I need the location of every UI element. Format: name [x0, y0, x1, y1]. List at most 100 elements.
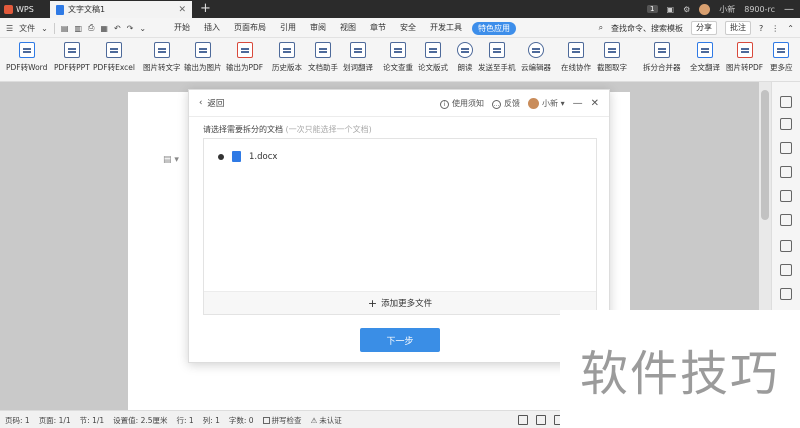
- paragraph-marker-icon[interactable]: ▤ ▾: [163, 155, 179, 165]
- word-translate-button[interactable]: 划词翻译: [343, 42, 373, 73]
- tab-special-apps[interactable]: 特色应用: [472, 21, 516, 35]
- menubar-right: ⌕ 查找命令、搜索模板 分享 批注 ? ⋮ ⌃: [599, 18, 794, 38]
- tool-label: 图片转文字: [143, 63, 181, 72]
- document-tab-title: 文字文稿1: [68, 5, 106, 14]
- translate-panel-icon[interactable]: [780, 240, 792, 252]
- table-icon[interactable]: [780, 190, 792, 202]
- tab-layout[interactable]: 页面布局: [227, 18, 273, 38]
- page-number[interactable]: 页码: 1: [5, 415, 30, 426]
- tab-insert[interactable]: 插入: [197, 18, 227, 38]
- tab-view[interactable]: 视图: [333, 18, 363, 38]
- settings-icon[interactable]: ⚙: [683, 5, 690, 14]
- word-count[interactable]: 字数: 0: [229, 415, 254, 426]
- print-icon[interactable]: ⎙: [88, 23, 94, 33]
- avatar[interactable]: [699, 3, 711, 15]
- search-icon[interactable]: ⌕: [599, 23, 603, 33]
- pdf-to-excel-button[interactable]: PDF转Excel: [93, 42, 135, 73]
- pdf-to-word-button[interactable]: PDF转Word: [6, 42, 47, 73]
- image-to-text-button[interactable]: 图片转文字: [143, 42, 181, 73]
- help-icon[interactable]: ?: [759, 24, 763, 33]
- save-icon[interactable]: ▤: [61, 24, 69, 33]
- shape-icon[interactable]: [780, 142, 792, 154]
- cloud-editor-button[interactable]: 云编辑器: [521, 42, 551, 73]
- share-button[interactable]: 分享: [691, 21, 718, 35]
- tool-label: 论文版式: [418, 63, 448, 72]
- paper-format-button[interactable]: 论文版式: [418, 42, 448, 73]
- screenshot-text-button[interactable]: 截图取字: [597, 42, 627, 73]
- undo-icon[interactable]: ↶: [114, 24, 121, 33]
- read-mode-icon[interactable]: [536, 415, 546, 425]
- phone-icon: [488, 42, 505, 58]
- doc-assistant-button[interactable]: 文档助手: [308, 42, 338, 73]
- read-aloud-button[interactable]: 朗读: [457, 42, 473, 73]
- certification-status[interactable]: ⚠ 未认证: [311, 415, 342, 426]
- dialog-header-right: i 使用须知 … 反馈 小新 ▾ — ✕: [440, 90, 599, 116]
- dialog-user[interactable]: 小新 ▾: [528, 97, 565, 109]
- tab-section[interactable]: 章节: [363, 18, 393, 38]
- radio-selected-icon[interactable]: [218, 153, 224, 160]
- usage-notice-label: 使用须知: [452, 98, 485, 108]
- cloud-icon: [528, 42, 544, 58]
- command-search[interactable]: 查找命令、搜索模板: [611, 23, 683, 34]
- feedback-link[interactable]: … 反馈: [492, 98, 520, 109]
- fullscreen-icon[interactable]: [518, 415, 528, 425]
- more-icon[interactable]: ⌄: [139, 24, 146, 33]
- chevron-left-icon: ‹: [199, 98, 203, 108]
- close-tab-icon[interactable]: ✕: [178, 5, 186, 15]
- new-tab-button[interactable]: +: [200, 1, 211, 17]
- minimize-dialog-icon[interactable]: —: [573, 98, 583, 109]
- add-more-label: 添加更多文件: [381, 299, 433, 309]
- skin-icon[interactable]: ▣: [667, 5, 675, 14]
- redo-icon[interactable]: ↷: [127, 24, 134, 33]
- history-button[interactable]: 历史版本: [272, 42, 302, 73]
- online-collab-button[interactable]: 在线协作: [561, 42, 591, 73]
- tab-references[interactable]: 引用: [273, 18, 303, 38]
- scrollbar-thumb[interactable]: [761, 90, 769, 220]
- status-right: [518, 411, 564, 428]
- chevron-down-icon[interactable]: ⌄: [41, 24, 48, 33]
- add-more-files-button[interactable]: + 添加更多文件: [204, 291, 596, 314]
- adjust-icon[interactable]: [780, 214, 792, 226]
- comment-button[interactable]: 批注: [725, 21, 752, 35]
- preview-icon[interactable]: ▦: [100, 24, 108, 33]
- more-apps-button[interactable]: 更多应: [770, 42, 793, 73]
- next-step-button[interactable]: 下一步: [360, 328, 440, 352]
- full-translate-button[interactable]: 全文翻译: [690, 42, 720, 73]
- collab-icon: [568, 42, 584, 58]
- share-panel-icon[interactable]: [780, 264, 792, 276]
- paper-check-button[interactable]: 论文查重: [383, 42, 413, 73]
- checkbox-icon: [262, 416, 270, 424]
- stamp-icon[interactable]: [780, 166, 792, 178]
- tool-label: 文档助手: [308, 63, 338, 72]
- pdf-to-ppt-button[interactable]: PDF转PPT: [54, 42, 90, 73]
- select-icon[interactable]: [780, 118, 792, 130]
- minimize-icon[interactable]: —: [784, 4, 794, 15]
- back-button[interactable]: ‹ 返回: [199, 97, 224, 109]
- export-image-button[interactable]: 输出为图片: [184, 42, 222, 73]
- image-to-pdf-button[interactable]: 图片转PDF: [726, 42, 763, 73]
- send-to-phone-button[interactable]: 发送至手机: [478, 42, 516, 73]
- list-item[interactable]: 1.docx: [218, 151, 277, 162]
- collapse-ribbon-icon[interactable]: ⌃: [787, 24, 794, 33]
- tab-review[interactable]: 审阅: [303, 18, 333, 38]
- tab-start[interactable]: 开始: [167, 18, 197, 38]
- menu-icon[interactable]: ☰: [6, 24, 13, 33]
- more-options-icon[interactable]: ⋮: [771, 24, 779, 33]
- split-merge-icon: [653, 42, 670, 58]
- tab-developer[interactable]: 开发工具: [423, 18, 469, 38]
- file-menu[interactable]: 文件: [19, 23, 35, 34]
- wps-home-button[interactable]: WPS: [0, 0, 48, 18]
- document-tab[interactable]: 文字文稿1 ✕: [50, 1, 192, 18]
- window-count-badge[interactable]: 1: [647, 5, 658, 13]
- open-icon[interactable]: ▥: [74, 24, 82, 33]
- spell-check-label: 拼写检查: [271, 415, 302, 425]
- export-pdf-button[interactable]: 输出为PDF: [226, 42, 263, 73]
- usage-notice-link[interactable]: i 使用须知: [440, 98, 484, 109]
- tab-security[interactable]: 安全: [393, 18, 423, 38]
- split-merge-button[interactable]: 拆分合并器: [643, 42, 681, 73]
- backup-icon[interactable]: [780, 288, 792, 300]
- close-dialog-icon[interactable]: ✕: [591, 98, 599, 109]
- user-name[interactable]: 小新: [719, 4, 735, 15]
- spell-check-toggle[interactable]: 拼写检查: [262, 415, 302, 426]
- edit-icon[interactable]: [780, 96, 792, 108]
